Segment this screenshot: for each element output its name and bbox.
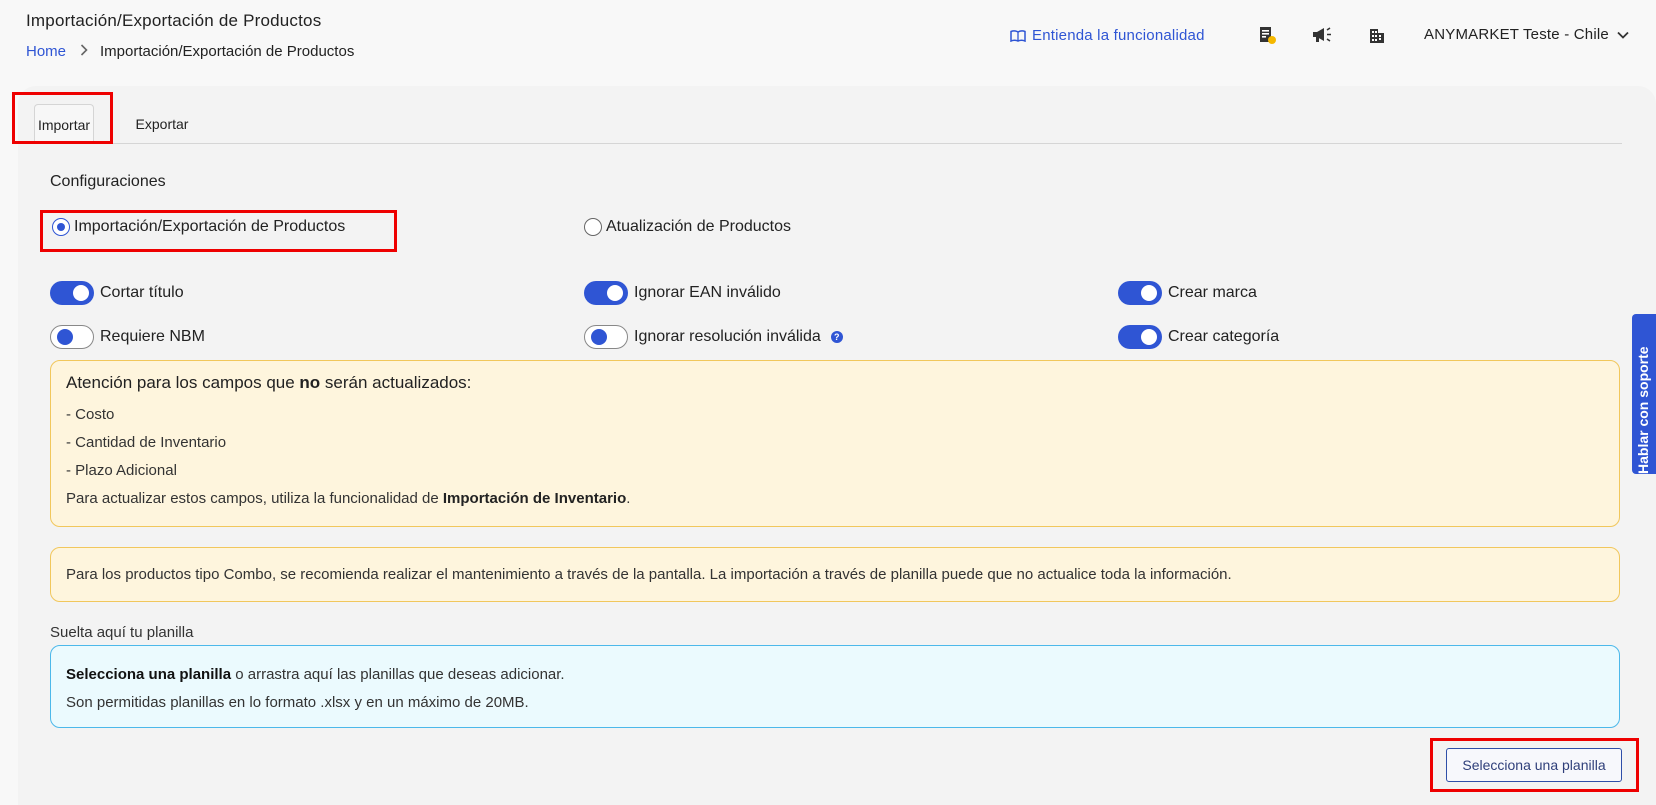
support-tab[interactable]: Hablar con soporte xyxy=(1632,314,1656,474)
dropzone-line-2: Son permitidas planillas en lo formato .… xyxy=(66,694,529,711)
alert-list-item: - Plazo Adicional xyxy=(66,462,177,479)
toggle-cortar-titulo[interactable]: Cortar título xyxy=(50,281,184,305)
toggle-switch[interactable] xyxy=(584,325,628,349)
radio-label: Atualización de Productos xyxy=(606,218,791,235)
radio-button-unchecked[interactable] xyxy=(584,218,602,236)
toggle-crear-marca[interactable]: Crear marca xyxy=(1118,281,1257,305)
radio-import-export[interactable]: Importación/Exportación de Productos xyxy=(52,218,345,236)
alert-list-item: - Costo xyxy=(66,406,115,423)
select-file-button[interactable]: Selecciona una planilla xyxy=(1446,748,1622,782)
dropzone-label: Suelta aquí tu planilla xyxy=(50,624,194,641)
toggle-ignorar-ean[interactable]: Ignorar EAN inválido xyxy=(584,281,781,305)
alert-list-item: - Cantidad de Inventario xyxy=(66,434,227,451)
toggle-switch[interactable] xyxy=(50,281,94,305)
file-dropzone[interactable]: Selecciona una planilla o arrastra aquí … xyxy=(50,645,1620,728)
chevron-down-icon xyxy=(1617,31,1629,39)
toggle-switch[interactable] xyxy=(1118,281,1162,305)
warning-alert-fields: Atención para los campos que no serán ac… xyxy=(50,360,1620,527)
toggle-switch[interactable] xyxy=(584,281,628,305)
toggle-ignorar-resolucion[interactable]: Ignorar resolución inválida ? xyxy=(584,325,843,349)
radio-label: Importación/Exportación de Productos xyxy=(74,218,346,235)
dropzone-line-1: Selecciona una planilla o arrastra aquí … xyxy=(66,666,565,683)
radio-button-checked[interactable] xyxy=(52,218,70,236)
toggle-label: Crear marca xyxy=(1168,284,1257,301)
help-link-label: Entienda la funcionalidad xyxy=(1032,27,1205,44)
page-title: Importación/Exportación de Productos xyxy=(26,11,322,30)
toggle-crear-categoria[interactable]: Crear categoría xyxy=(1118,325,1279,349)
toggle-label: Crear categoría xyxy=(1168,328,1280,345)
breadcrumb: Home Importación/Exportación de Producto… xyxy=(26,43,354,60)
receipt-icon[interactable] xyxy=(1256,24,1278,46)
toggle-switch[interactable] xyxy=(1118,325,1162,349)
building-icon[interactable] xyxy=(1366,24,1388,46)
breadcrumb-current: Importación/Exportación de Productos xyxy=(100,43,355,60)
account-switcher[interactable]: ANYMARKET Teste - Chile xyxy=(1424,26,1629,43)
tab-bar: Importar Exportar xyxy=(34,104,1622,144)
toggle-label: Requiere NBM xyxy=(100,328,205,345)
config-title: Configuraciones xyxy=(50,173,166,190)
alert-title: Atención para los campos que no serán ac… xyxy=(66,373,472,392)
account-name: ANYMARKET Teste - Chile xyxy=(1424,26,1609,43)
toggle-requiere-nbm[interactable]: Requiere NBM xyxy=(50,325,205,349)
radio-atualizacion[interactable]: Atualización de Productos xyxy=(584,218,791,236)
tab-importar[interactable]: Importar xyxy=(34,104,94,144)
toggle-label: Ignorar EAN inválido xyxy=(634,284,781,301)
help-link[interactable]: Entienda la funcionalidad xyxy=(1010,27,1205,44)
help-question-icon[interactable]: ? xyxy=(830,331,843,343)
support-tab-label: Hablar con soporte xyxy=(1635,346,1651,474)
toggle-label: Cortar título xyxy=(100,284,184,301)
toggle-label: Ignorar resolución inválida xyxy=(634,328,821,345)
tab-exportar[interactable]: Exportar xyxy=(118,104,206,144)
megaphone-icon[interactable] xyxy=(1311,24,1333,46)
book-icon xyxy=(1010,29,1026,42)
warning-alert-combo: Para los productos tipo Combo, se recomi… xyxy=(50,547,1620,602)
breadcrumb-home-link[interactable]: Home xyxy=(26,43,66,60)
toggle-switch[interactable] xyxy=(50,325,94,349)
alert-footer: Para actualizar estos campos, utiliza la… xyxy=(66,490,631,507)
chevron-right-icon xyxy=(80,44,88,59)
